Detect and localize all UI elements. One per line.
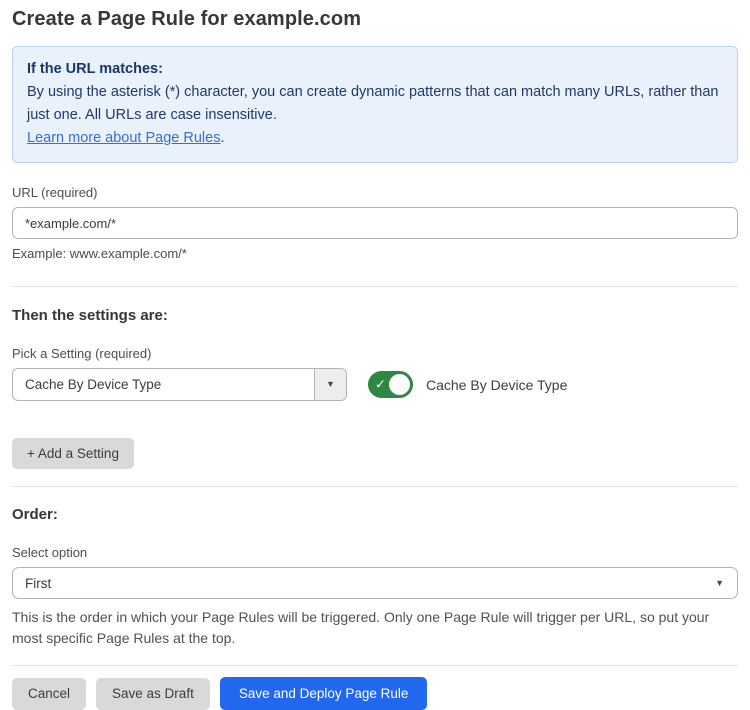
learn-more-link[interactable]: Learn more about Page Rules <box>27 130 220 146</box>
url-field-label: URL (required) <box>12 185 738 200</box>
chevron-down-icon: ▼ <box>326 380 335 389</box>
order-select-label: Select option <box>12 545 738 560</box>
save-and-deploy-button[interactable]: Save and Deploy Page Rule <box>220 677 428 710</box>
url-match-info-banner: If the URL matches: By using the asteris… <box>12 46 738 163</box>
divider <box>12 486 738 487</box>
setting-row: Cache By Device Type ▼ ✓ Cache By Device… <box>12 368 738 401</box>
link-period: . <box>220 130 224 146</box>
setting-select-value: Cache By Device Type <box>13 369 314 400</box>
setting-select[interactable]: Cache By Device Type ▼ <box>12 368 347 401</box>
url-example-helper: Example: www.example.com/* <box>12 246 738 261</box>
checkmark-icon: ✓ <box>375 376 386 392</box>
divider <box>12 665 738 666</box>
setting-toggle-label: Cache By Device Type <box>426 377 567 393</box>
toggle-knob <box>389 374 410 395</box>
add-setting-button[interactable]: + Add a Setting <box>12 438 134 469</box>
footer-actions: Cancel Save as Draft Save and Deploy Pag… <box>12 677 738 710</box>
setting-select-caret-button[interactable]: ▼ <box>314 369 346 400</box>
url-input[interactable] <box>12 207 738 239</box>
setting-toggle-on[interactable]: ✓ <box>368 371 413 398</box>
info-banner-body: By using the asterisk (*) character, you… <box>27 81 723 127</box>
page-title: Create a Page Rule for example.com <box>12 8 738 31</box>
order-select-caret: ▼ <box>715 568 737 598</box>
divider <box>12 286 738 287</box>
order-helper-text: This is the order in which your Page Rul… <box>12 607 738 649</box>
order-select[interactable]: First ▼ <box>12 567 738 599</box>
order-section-heading: Order: <box>12 506 738 523</box>
settings-section-heading: Then the settings are: <box>12 307 738 324</box>
save-as-draft-button[interactable]: Save as Draft <box>96 678 210 710</box>
info-banner-heading: If the URL matches: <box>27 58 723 81</box>
page-rule-form: Create a Page Rule for example.com If th… <box>0 8 750 710</box>
order-select-value: First <box>13 568 715 598</box>
chevron-down-icon: ▼ <box>715 579 724 588</box>
setting-picker-label: Pick a Setting (required) <box>12 346 738 361</box>
cancel-button[interactable]: Cancel <box>12 678 86 710</box>
info-banner-link-line: Learn more about Page Rules. <box>27 127 723 150</box>
